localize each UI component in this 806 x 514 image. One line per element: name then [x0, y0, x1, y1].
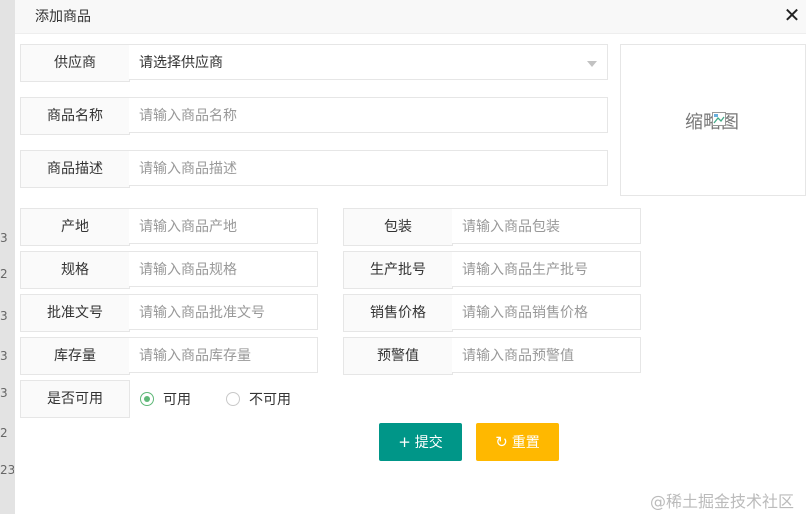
price-input[interactable]: 请输入商品销售价格 — [452, 294, 641, 330]
stock-field: 库存量 请输入商品库存量 — [20, 337, 318, 375]
spec-label: 规格 — [20, 251, 130, 289]
approval-label: 批准文号 — [20, 294, 130, 332]
spec-input[interactable]: 请输入商品规格 — [129, 251, 318, 287]
list-item: 3 — [0, 309, 8, 323]
price-field: 销售价格 请输入商品销售价格 — [343, 294, 641, 332]
name-input[interactable]: 请输入商品名称 — [129, 97, 608, 133]
approval-field: 批准文号 请输入商品批准文号 — [20, 294, 318, 332]
submit-button[interactable]: + 提交 — [379, 423, 462, 461]
radio-unavailable-label: 不可用 — [249, 392, 291, 408]
supplier-label: 供应商 — [20, 44, 130, 82]
reset-button-label: 重置 — [511, 435, 540, 451]
submit-button-label: 提交 — [414, 435, 443, 451]
warning-field: 预警值 请输入商品预警值 — [343, 337, 641, 375]
list-item: 3 — [0, 386, 8, 400]
name-field: 商品名称 请输入商品名称 — [20, 97, 609, 135]
chevron-down-icon — [587, 61, 597, 67]
dialog-title-bar: 添加商品 ✕ — [15, 0, 806, 34]
batch-field: 生产批号 请输入商品生产批号 — [343, 251, 641, 289]
description-label: 商品描述 — [20, 150, 130, 188]
supplier-field: 供应商 请选择供应商 — [20, 44, 609, 82]
background-list-strip: 3 2 3 3 3 2 23 — [0, 0, 15, 514]
thumbnail-box[interactable]: 缩略图 — [620, 44, 806, 196]
supplier-select-value: 请选择供应商 — [139, 55, 223, 71]
radio-available-label: 可用 — [163, 392, 191, 408]
description-field: 商品描述 请输入商品描述 — [20, 150, 609, 188]
broken-image-icon — [712, 112, 726, 126]
list-item: 3 — [0, 231, 8, 245]
batch-label: 生产批号 — [343, 251, 453, 289]
origin-input[interactable]: 请输入商品产地 — [129, 208, 318, 244]
price-label: 销售价格 — [343, 294, 453, 332]
list-item: 23 — [0, 463, 14, 477]
stock-label: 库存量 — [20, 337, 130, 375]
packaging-label: 包装 — [343, 208, 453, 246]
name-label: 商品名称 — [20, 97, 130, 135]
warning-input[interactable]: 请输入商品预警值 — [452, 337, 641, 373]
watermark: @稀土掘金技术社区 — [650, 492, 795, 511]
batch-input[interactable]: 请输入商品生产批号 — [452, 251, 641, 287]
description-input[interactable]: 请输入商品描述 — [129, 150, 608, 186]
stock-input[interactable]: 请输入商品库存量 — [129, 337, 318, 373]
approval-input[interactable]: 请输入商品批准文号 — [129, 294, 318, 330]
dialog-title: 添加商品 — [35, 9, 91, 25]
packaging-field: 包装 请输入商品包装 — [343, 208, 641, 246]
available-label: 是否可用 — [20, 380, 130, 418]
available-field: 是否可用 — [20, 380, 130, 418]
plus-icon: + — [398, 433, 411, 451]
spec-field: 规格 请输入商品规格 — [20, 251, 318, 289]
radio-checked-icon — [140, 392, 154, 406]
list-item: 2 — [0, 426, 8, 440]
list-item: 3 — [0, 349, 8, 363]
supplier-select[interactable]: 请选择供应商 — [129, 44, 608, 80]
reset-button[interactable]: ↻ 重置 — [476, 423, 559, 461]
close-icon[interactable]: ✕ — [782, 4, 802, 26]
warning-label: 预警值 — [343, 337, 453, 375]
radio-unchecked-icon — [226, 392, 240, 406]
packaging-input[interactable]: 请输入商品包装 — [452, 208, 641, 244]
origin-field: 产地 请输入商品产地 — [20, 208, 318, 246]
origin-label: 产地 — [20, 208, 130, 246]
add-product-dialog: 添加商品 ✕ 供应商 请选择供应商 商品名称 请输入商品名称 商品描述 请输入商… — [15, 0, 806, 514]
list-item: 2 — [0, 267, 8, 281]
refresh-icon: ↻ — [495, 433, 508, 451]
